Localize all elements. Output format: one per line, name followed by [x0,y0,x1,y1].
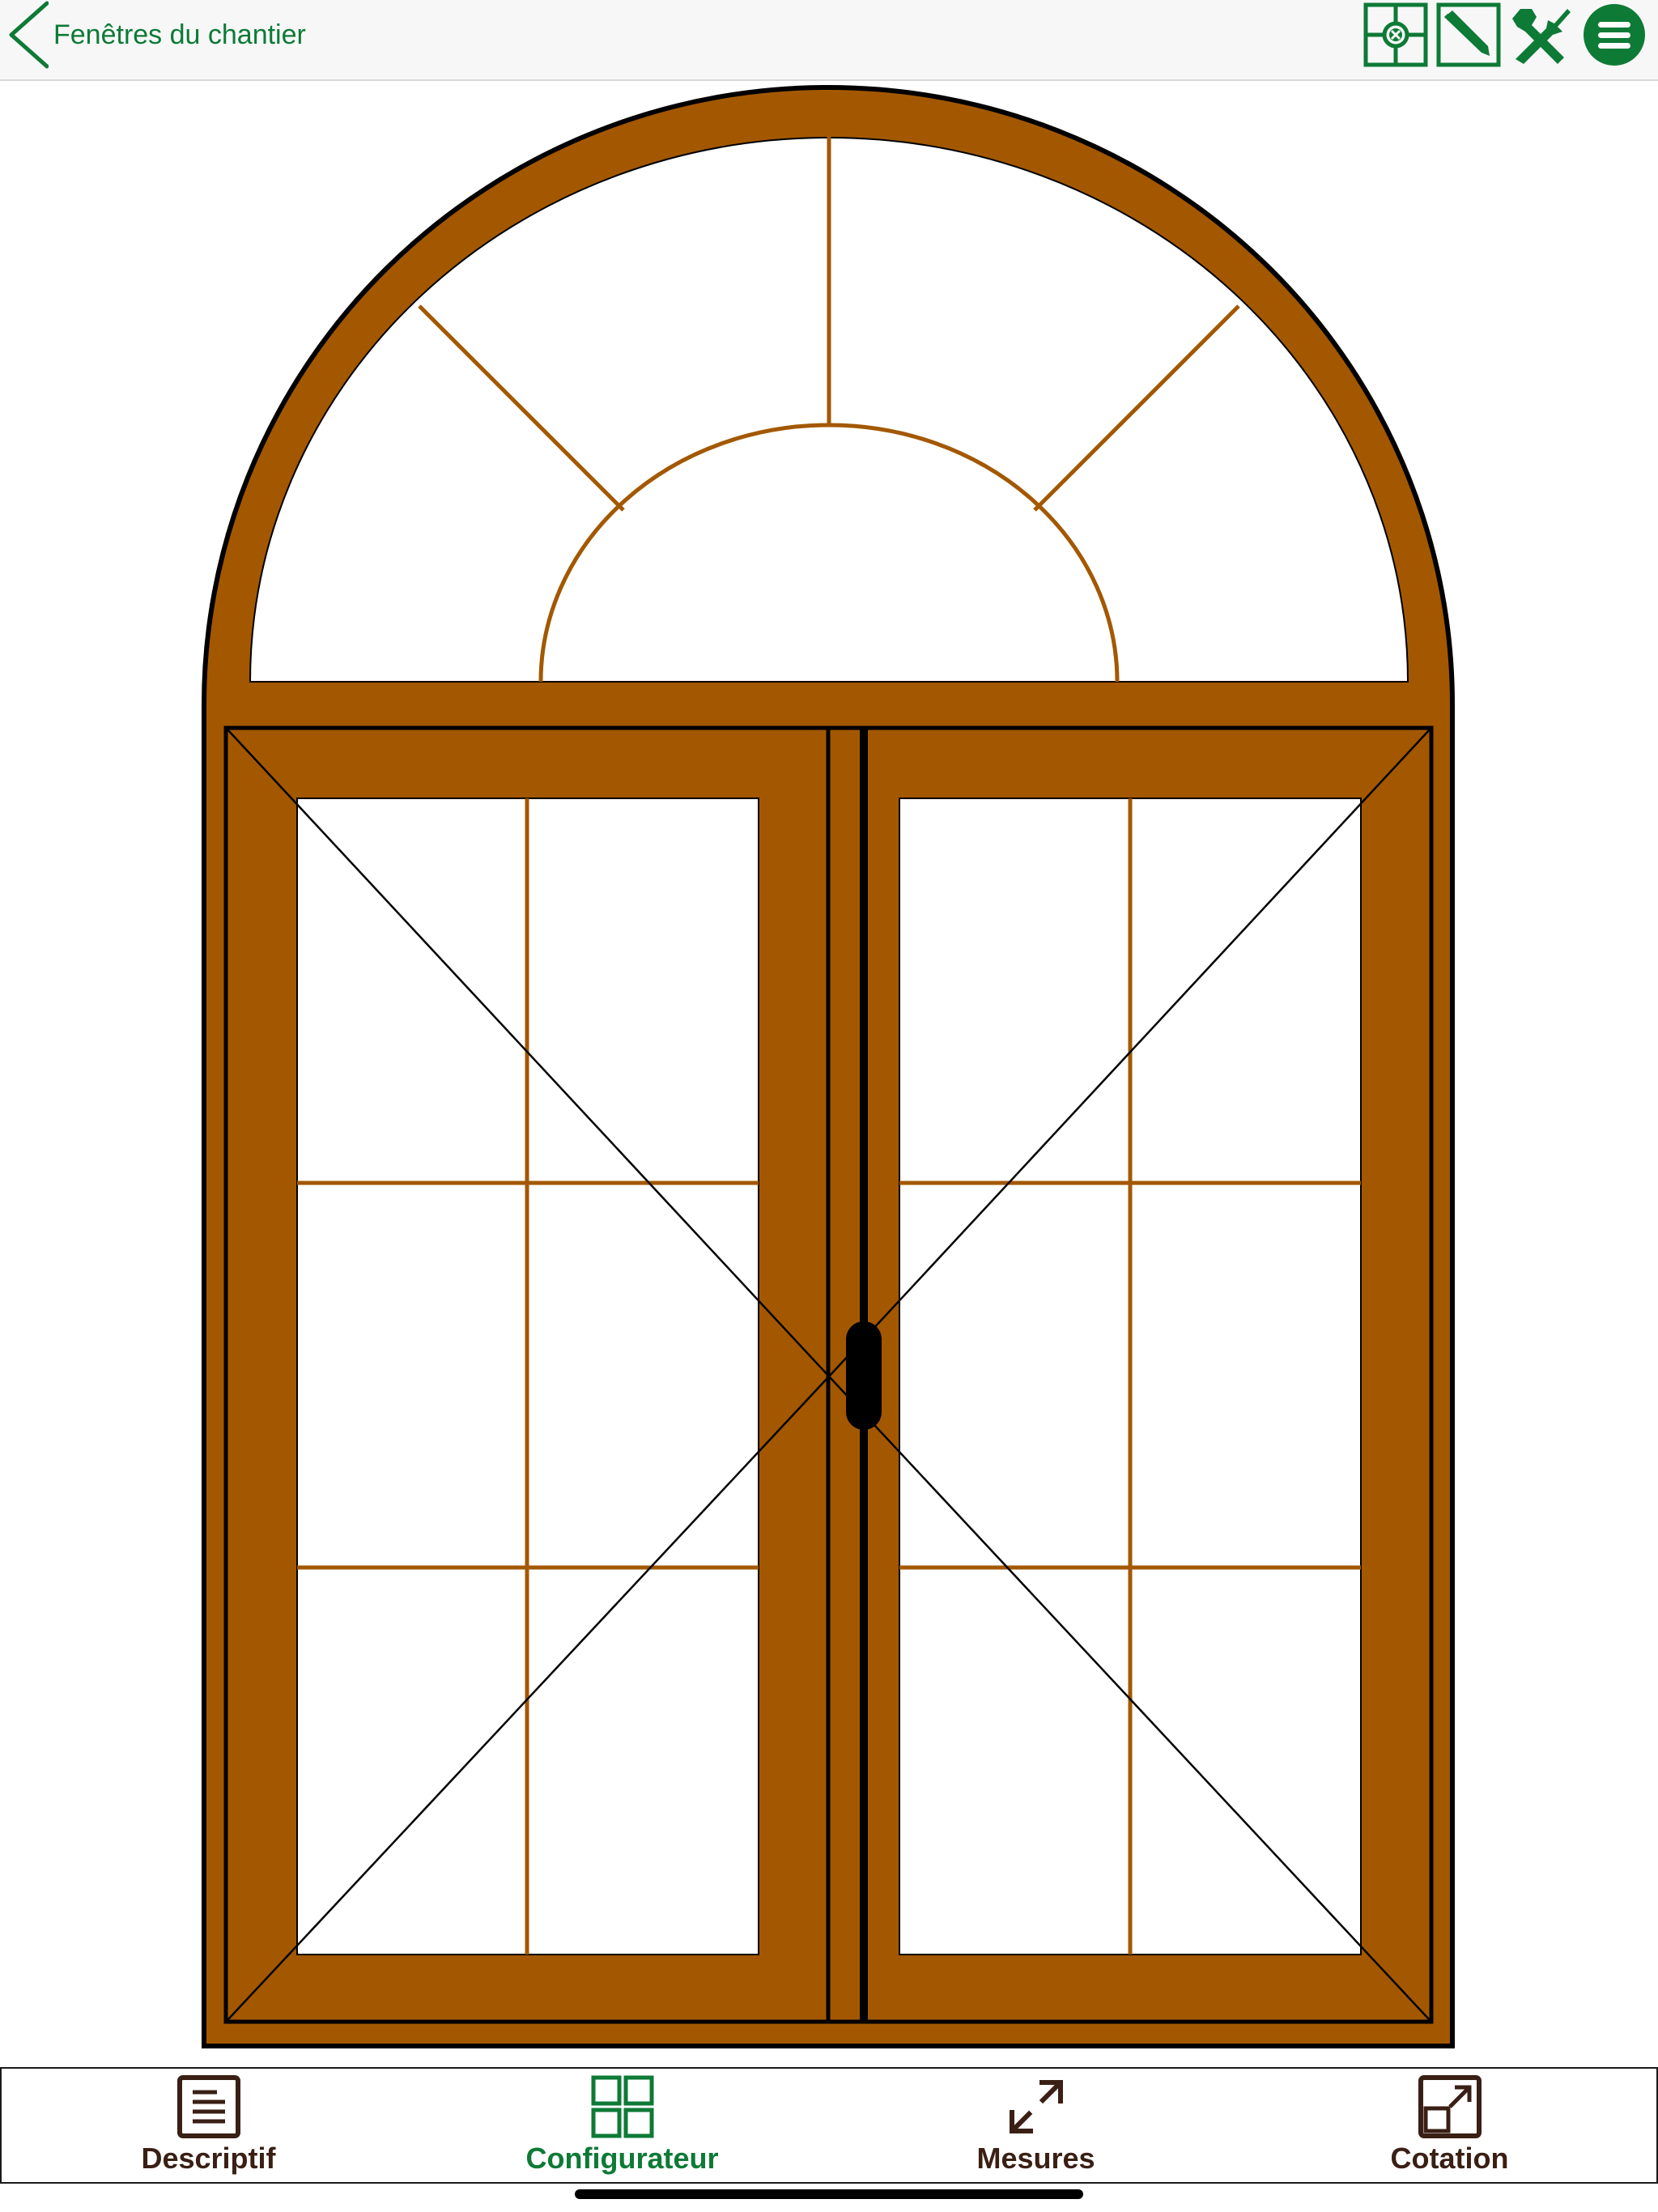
chevron-left-icon [9,1,49,69]
tab-label: Descriptif [141,2142,276,2175]
toolbar [1363,2,1647,68]
home-indicator[interactable] [575,2189,1083,2199]
tab-label: Configurateur [525,2142,719,2175]
back-label: Fenêtres du chantier [53,19,306,50]
edit-icon [1436,2,1501,67]
tab-cotation[interactable]: Cotation [1243,2069,1656,2182]
back-button[interactable]: Fenêtres du chantier [0,0,306,70]
left-sash[interactable] [227,729,830,2021]
menu-icon [1584,4,1645,66]
tab-bar: Descriptif Configurateur Mesures Cotatio… [0,2067,1658,2184]
window-drawing [202,85,1455,2048]
right-sash[interactable] [828,729,1431,2021]
navigation-bar: Fenêtres du chantier [0,0,1658,81]
expand-box-icon [1418,2075,1482,2138]
target-icon [1363,2,1428,67]
tab-label: Mesures [976,2142,1095,2175]
tab-configurateur[interactable]: Configurateur [415,2069,829,2182]
window-canvas [0,81,1658,2065]
resize-arrows-icon [1009,2080,1063,2133]
window-handle[interactable] [846,1321,882,1430]
tab-label: Cotation [1390,2142,1509,2175]
document-icon [176,2075,240,2138]
grid-icon [591,2075,653,2138]
menu-button[interactable] [1582,2,1647,68]
tab-mesures[interactable]: Mesures [829,2069,1243,2182]
edit-button[interactable] [1436,2,1501,68]
tools-icon [1512,9,1571,64]
tab-descriptif[interactable]: Descriptif [2,2069,415,2182]
target-button[interactable] [1363,2,1428,68]
tools-button[interactable] [1509,2,1574,68]
